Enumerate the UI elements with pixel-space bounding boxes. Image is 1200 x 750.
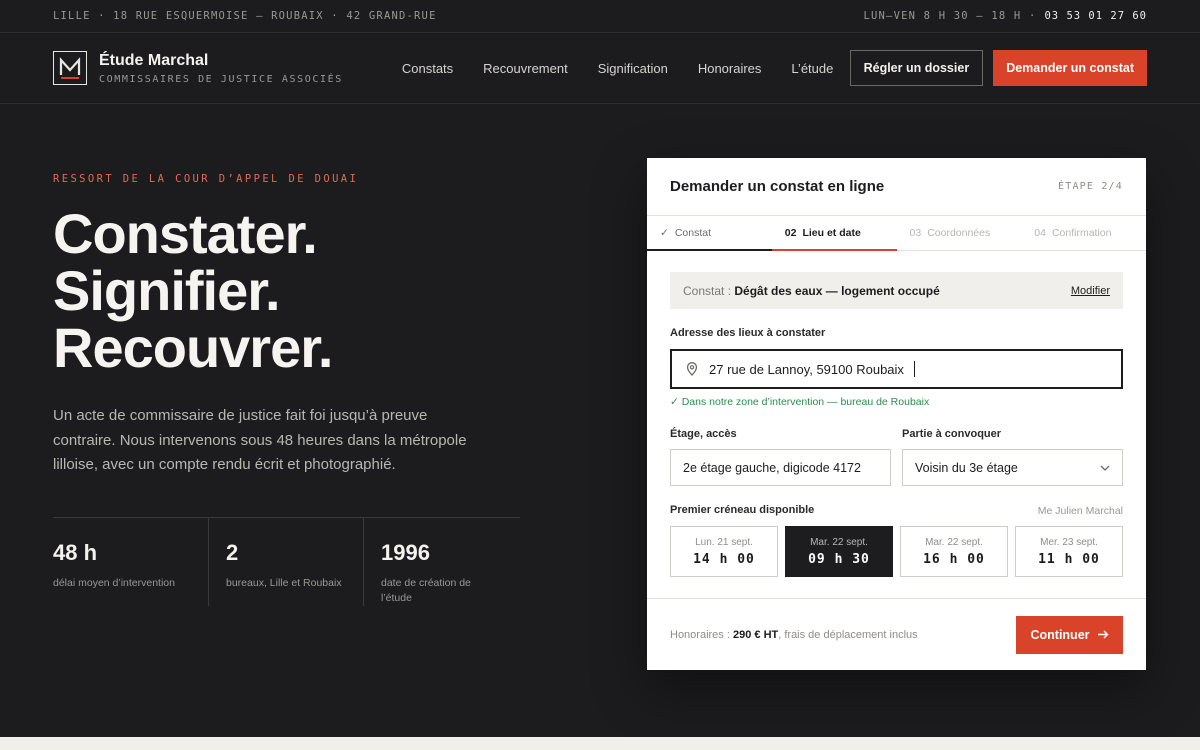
location-pin-icon — [686, 362, 698, 376]
nav-link-recouvrement[interactable]: Recouvrement — [483, 61, 568, 76]
form-header: Demander un constat en ligne ÉTAPE 2/4 — [647, 158, 1146, 216]
stat-label: bureaux, Lille et Roubaix — [226, 577, 342, 589]
form-steps: ✓ Constat 02 Lieu et date 03 Coordonnées… — [647, 216, 1146, 251]
slots-officer: Me Julien Marchal — [1037, 505, 1123, 517]
main-navigation: Étude Marchal COMMISSAIRES DE JUSTICE AS… — [0, 33, 1200, 104]
slot-option-selected[interactable]: Mar. 22 sept. 09 h 30 — [785, 526, 893, 577]
nav-link-honoraires[interactable]: Honoraires — [698, 61, 762, 76]
hero-title: Constater. Signifier. Recouvrer. — [53, 205, 333, 376]
step-label: Constat — [674, 227, 711, 239]
step-tab-coordonnees[interactable]: 03 Coordonnées — [897, 216, 1022, 250]
request-constat-button[interactable]: Demander un constat — [993, 50, 1147, 86]
stats-row: 48 h délai moyen d’intervention 2 bureau… — [53, 517, 520, 606]
office-addresses: LILLE · 18 RUE ESQUERMOISE — ROUBAIX · 4… — [53, 10, 437, 22]
step-number: 03 — [909, 227, 922, 239]
brand-subtitle: COMMISSAIRES DE JUSTICE ASSOCIÉS — [99, 73, 343, 85]
logo-icon[interactable] — [53, 51, 87, 85]
address-label: Adresse des lieux à constater — [670, 327, 826, 339]
continue-label: Continuer — [1030, 627, 1090, 642]
floor-access-input[interactable]: 2e étage gauche, digicode 4172 — [670, 449, 891, 486]
modify-link[interactable]: Modifier — [1071, 285, 1110, 297]
brand: Étude Marchal COMMISSAIRES DE JUSTICE AS… — [99, 52, 343, 85]
step-label: Confirmation — [1051, 227, 1112, 239]
constat-summary: Constat : Dégât des eaux — logement occu… — [670, 272, 1123, 309]
chevron-down-icon — [1100, 465, 1110, 471]
step-tab-confirmation[interactable]: 04 Confirmation — [1021, 216, 1146, 250]
nav-actions: Régler un dossier Demander un constat — [849, 50, 1147, 86]
slots-label: Premier créneau disponible — [670, 504, 815, 516]
step-label: Coordonnées — [927, 227, 991, 239]
stat-value: 48 h — [53, 540, 98, 565]
constat-request-form: Demander un constat en ligne ÉTAPE 2/4 ✓… — [647, 158, 1146, 670]
text-caret — [913, 361, 915, 377]
fees-info: Honoraires : 290 € HT, frais de déplacem… — [670, 629, 918, 641]
nav-link-constats[interactable]: Constats — [402, 61, 453, 76]
stat-item: 48 h délai moyen d’intervention — [53, 518, 208, 606]
step-tab-constat[interactable]: ✓ Constat — [647, 216, 772, 251]
step-label: Lieu et date — [802, 227, 861, 239]
brand-name[interactable]: Étude Marchal — [99, 52, 343, 70]
summary-key: Constat : — [683, 283, 732, 298]
hero-kicker: RESSORT DE LA COUR D’APPEL DE DOUAI — [53, 173, 359, 185]
nav-link-etude[interactable]: L’étude — [791, 61, 833, 76]
stat-item: 2 bureaux, Lille et Roubaix — [208, 518, 363, 606]
party-value: Voisin du 3e étage — [915, 460, 1018, 475]
form-title: Demander un constat en ligne — [670, 178, 885, 195]
form-step-indicator: ÉTAPE 2/4 — [1058, 181, 1123, 192]
address-value: 27 rue de Lannoy, 59100 Roubaix — [709, 361, 904, 377]
slot-option[interactable]: Lun. 21 sept. 14 h 00 — [670, 526, 778, 577]
slot-time: 09 h 30 — [808, 551, 870, 567]
step-tab-lieu-date[interactable]: 02 Lieu et date — [771, 216, 897, 251]
slot-option[interactable]: Mer. 23 sept. 11 h 00 — [1015, 526, 1123, 577]
stat-value: 2 — [226, 540, 239, 565]
fees-prefix: Honoraires : — [670, 628, 730, 641]
phone-number[interactable]: 03 53 01 27 60 — [1044, 10, 1147, 22]
slot-day: Mer. 23 sept. — [1040, 536, 1098, 548]
slot-list: Lun. 21 sept. 14 h 00 Mar. 22 sept. 09 h… — [670, 526, 1123, 577]
nav-links: Constats Recouvrement Signification Hono… — [402, 61, 834, 76]
stat-label: date de création de l’étude — [381, 577, 471, 604]
nav-link-signification[interactable]: Signification — [598, 61, 668, 76]
arrow-right-icon — [1097, 630, 1109, 639]
top-info-bar: LILLE · 18 RUE ESQUERMOISE — ROUBAIX · 4… — [0, 0, 1200, 33]
stat-value: 1996 — [381, 540, 430, 565]
slot-day: Lun. 21 sept. — [695, 536, 753, 548]
slot-time: 11 h 00 — [1038, 551, 1100, 567]
slot-time: 16 h 00 — [923, 551, 985, 567]
slot-time: 14 h 00 — [693, 551, 755, 567]
hero-description: Un acte de commissaire de justice fait f… — [53, 407, 467, 473]
slot-day: Mar. 22 sept. — [925, 536, 983, 548]
address-validation: ✓ Dans notre zone d’intervention — burea… — [670, 396, 930, 408]
slot-day: Mar. 22 sept. — [810, 536, 868, 548]
opening-hours: LUN–VEN 8 H 30 – 18 H · — [863, 10, 1037, 22]
slot-option[interactable]: Mar. 22 sept. 16 h 00 — [900, 526, 1008, 577]
fees-amount: 290 € HT — [732, 628, 779, 641]
step-check-icon: ✓ — [660, 227, 669, 239]
hero-title-line: Signifier. — [53, 259, 280, 322]
form-footer: Honoraires : 290 € HT, frais de déplacem… — [647, 598, 1146, 670]
stat-label: délai moyen d’intervention — [53, 577, 175, 589]
hero-title-line: Recouvrer. — [53, 316, 333, 379]
hero-title-line: Constater. — [53, 202, 318, 265]
floor-label: Étage, accès — [670, 428, 737, 440]
party-label: Partie à convoquer — [902, 428, 1002, 440]
step-number: 04 — [1034, 227, 1046, 239]
step-number: 02 — [784, 227, 797, 239]
summary-value: Dégât des eaux — logement occupé — [734, 283, 940, 298]
stat-item: 1996 date de création de l’étude — [363, 518, 518, 606]
pay-file-button[interactable]: Régler un dossier — [849, 50, 984, 86]
fees-suffix: , frais de déplacement inclus — [778, 628, 918, 641]
floor-value: 2e étage gauche, digicode 4172 — [683, 460, 861, 475]
summary-text: Constat : Dégât des eaux — logement occu… — [683, 284, 940, 298]
party-select[interactable]: Voisin du 3e étage — [902, 449, 1123, 486]
address-input[interactable]: 27 rue de Lannoy, 59100 Roubaix — [670, 349, 1123, 389]
next-section-edge — [0, 737, 1200, 750]
continue-button[interactable]: Continuer — [1016, 615, 1123, 654]
